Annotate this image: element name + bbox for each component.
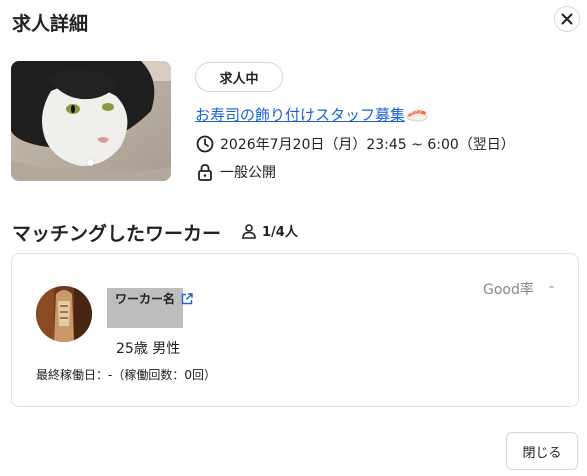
worker-last-work: 最終稼働日：-（稼働回数：0回） bbox=[36, 368, 216, 382]
status-badge: 求人中 bbox=[195, 62, 283, 92]
dialog-title: 求人詳細 bbox=[12, 13, 89, 35]
job-title-link[interactable]: お寿司の飾り付けスタッフ募集 bbox=[195, 104, 428, 126]
good-rate-label: Good率 bbox=[483, 282, 534, 298]
sushi-icon bbox=[406, 105, 428, 126]
close-icon bbox=[561, 13, 573, 25]
external-link-icon[interactable] bbox=[181, 292, 193, 305]
clock-icon bbox=[196, 135, 214, 153]
close-button[interactable]: 閉じる bbox=[506, 432, 578, 470]
job-visibility: 一般公開 bbox=[220, 165, 276, 181]
avatar[interactable] bbox=[36, 286, 92, 342]
matching-count-text: 1/4人 bbox=[262, 225, 298, 240]
job-visibility-row: 一般公開 bbox=[196, 162, 276, 182]
good-rate-value: - bbox=[549, 279, 555, 295]
job-datetime-row: 2026年7月20日（月）23:45 ~ 6:00（翌日） bbox=[196, 134, 515, 154]
job-title-text: お寿司の飾り付けスタッフ募集 bbox=[195, 106, 406, 124]
lock-icon bbox=[196, 163, 214, 181]
matching-section-title: マッチングしたワーカー bbox=[12, 223, 222, 245]
worker-name: ワーカー名 bbox=[115, 292, 176, 306]
job-datetime: 2026年7月20日（月）23:45 ~ 6:00（翌日） bbox=[220, 137, 515, 153]
person-icon bbox=[242, 223, 256, 239]
worker-age-sex: 25歳 男性 bbox=[116, 341, 181, 357]
worker-name-link[interactable]: ワーカー名 bbox=[115, 290, 193, 307]
close-icon-button[interactable] bbox=[554, 6, 580, 32]
worker-card: ワーカー名 25歳 男性 最終稼働日：-（稼働回数：0回） Good率 - bbox=[11, 253, 579, 407]
carousel-dot[interactable] bbox=[87, 159, 94, 166]
matching-count: 1/4人 bbox=[241, 221, 298, 240]
